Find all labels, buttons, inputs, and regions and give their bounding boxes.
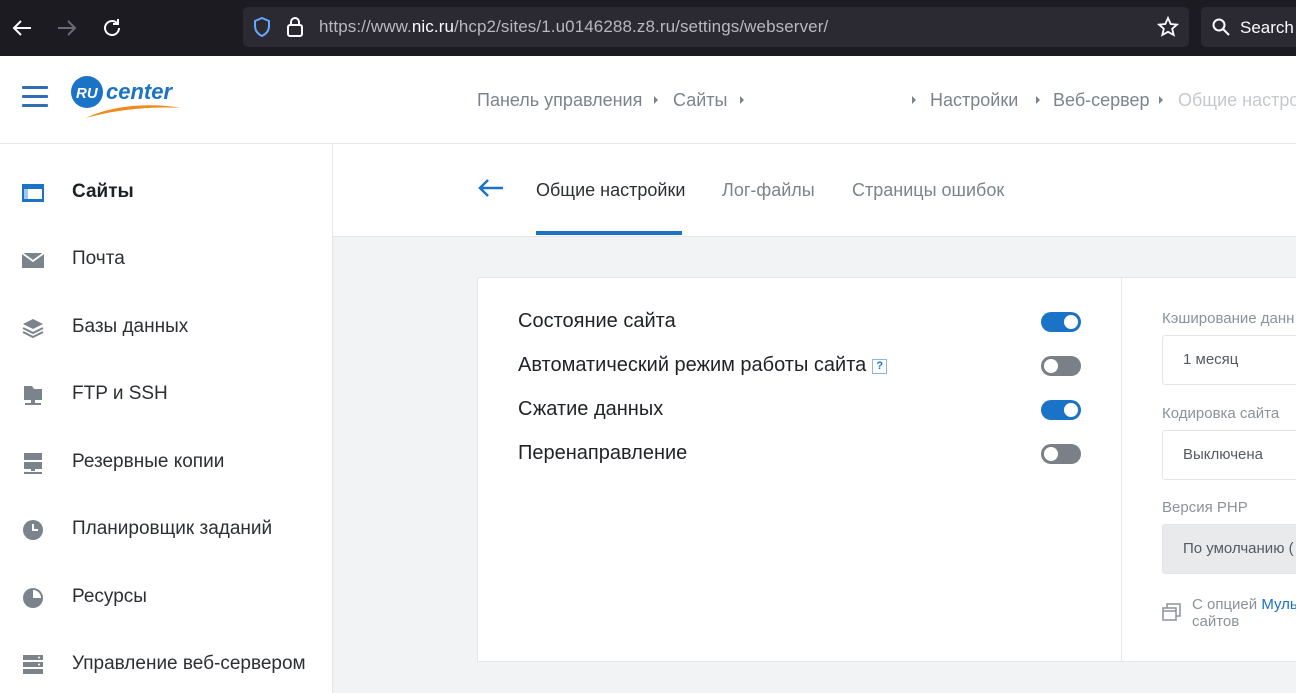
server-icon bbox=[23, 655, 43, 674]
breadcrumb-current: Общие настро bbox=[1178, 90, 1296, 110]
site-status-toggle[interactable] bbox=[1041, 312, 1081, 332]
ftp-icon bbox=[24, 386, 42, 405]
php-version-select: По умолчанию ( bbox=[1162, 524, 1296, 574]
caching-label: Кэширование данн bbox=[1162, 310, 1295, 327]
option-label-text: Автоматический режим работы сайта bbox=[518, 354, 867, 376]
sidebar-item-ftp[interactable]: FTP и SSH bbox=[0, 367, 332, 423]
option-label: Автоматический режим работы сайта? bbox=[518, 354, 888, 377]
bookmark-star-icon[interactable] bbox=[1157, 16, 1179, 38]
breadcrumb-separator bbox=[1036, 96, 1040, 104]
tab-error-pages[interactable]: Страницы ошибок bbox=[852, 180, 1004, 201]
back-arrow-icon[interactable] bbox=[477, 177, 505, 199]
site-header: RU center Панель управления Сайты Настро… bbox=[0, 56, 1296, 144]
option-auto-mode: Автоматический режим работы сайта? bbox=[518, 352, 1082, 382]
clock-icon bbox=[23, 520, 43, 540]
search-icon bbox=[1212, 18, 1230, 36]
menu-icon[interactable] bbox=[22, 86, 48, 108]
url-path: /hcp2/sites/1.u0146288.z8.ru/settings/we… bbox=[454, 17, 829, 36]
sidebar-item-label: Ресурсы bbox=[72, 586, 147, 607]
mail-icon bbox=[21, 252, 45, 268]
active-tab-indicator bbox=[536, 231, 682, 235]
sidebar-item-label: Базы данных bbox=[72, 316, 189, 337]
lock-icon[interactable] bbox=[286, 16, 304, 38]
sidebar-item-webserver[interactable]: Управление веб-сервером bbox=[0, 637, 332, 693]
sidebar-item-scheduler[interactable]: Планировщик заданий bbox=[0, 502, 332, 558]
logo-ru-text: RU bbox=[76, 85, 99, 102]
encoding-value: Выключена bbox=[1183, 446, 1263, 463]
breadcrumb-separator bbox=[912, 96, 916, 104]
breadcrumb-settings[interactable]: Настройки bbox=[930, 90, 1018, 111]
breadcrumb-webserver[interactable]: Веб-сервер bbox=[1053, 90, 1150, 111]
tab-general-settings[interactable]: Общие настройки bbox=[536, 180, 685, 201]
reload-icon[interactable] bbox=[96, 12, 128, 44]
url-prefix: https://www. bbox=[319, 17, 412, 36]
encoding-label: Кодировка сайта bbox=[1162, 405, 1280, 422]
sidebar-item-label: FTP и SSH bbox=[72, 383, 168, 404]
settings-card: Состояние сайта Автоматический режим раб… bbox=[477, 277, 1296, 662]
tab-log-files[interactable]: Лог-файлы bbox=[722, 180, 815, 201]
back-icon[interactable] bbox=[6, 12, 38, 44]
option-label: Перенаправление bbox=[518, 442, 688, 464]
note-prefix: С опцией bbox=[1192, 596, 1262, 613]
php-version-value: По умолчанию ( bbox=[1183, 540, 1294, 557]
help-icon[interactable]: ? bbox=[872, 359, 888, 374]
ru-center-logo[interactable]: RU center bbox=[70, 74, 182, 122]
logo-center-text: center bbox=[106, 79, 173, 104]
logo-swoosh bbox=[86, 105, 180, 118]
card-divider bbox=[1121, 278, 1122, 661]
sidebar-item-label: Почта bbox=[72, 248, 125, 269]
note-suffix: сайтов bbox=[1192, 613, 1240, 630]
sidebar-item-databases[interactable]: Базы данных bbox=[0, 300, 332, 356]
auto-mode-toggle[interactable] bbox=[1041, 356, 1081, 376]
browser-toolbar: https://www.nic.ru/hcp2/sites/1.u0146288… bbox=[0, 0, 1296, 56]
option-compression: Сжатие данных bbox=[518, 396, 1082, 426]
sidebar-item-label: Управление веб-сервером bbox=[72, 653, 306, 674]
caching-select[interactable]: 1 месяц bbox=[1162, 335, 1296, 385]
sidebar-item-label: Резервные копии bbox=[72, 451, 225, 472]
php-version-label: Версия PHP bbox=[1162, 499, 1248, 516]
resources-icon bbox=[23, 588, 43, 608]
shield-icon[interactable] bbox=[252, 17, 272, 37]
encoding-select[interactable]: Выключена bbox=[1162, 430, 1296, 480]
multisite-icon bbox=[1162, 603, 1181, 621]
sites-icon bbox=[22, 184, 44, 202]
redirect-toggle[interactable] bbox=[1041, 444, 1081, 464]
sidebar-item-label: Планировщик заданий bbox=[72, 518, 273, 539]
compression-toggle[interactable] bbox=[1041, 400, 1081, 420]
sidebar-item-sites[interactable]: Сайты bbox=[0, 165, 332, 221]
breadcrumb-dashboard[interactable]: Панель управления bbox=[477, 90, 642, 111]
databases-icon bbox=[22, 319, 44, 339]
forward-icon[interactable] bbox=[51, 12, 83, 44]
search-label: Search bbox=[1240, 18, 1294, 37]
backup-icon bbox=[24, 453, 42, 474]
breadcrumb-separator bbox=[654, 96, 658, 104]
sidebar: Сайты Почта Базы данных FTP и SSH Резерв… bbox=[0, 144, 333, 693]
option-label: Состояние сайта bbox=[518, 310, 676, 332]
search-box[interactable]: Search bbox=[1201, 7, 1296, 47]
option-site-status: Состояние сайта bbox=[518, 308, 1082, 338]
sidebar-item-label: Сайты bbox=[72, 181, 134, 202]
breadcrumb-separator bbox=[1159, 96, 1163, 104]
option-redirect: Перенаправление bbox=[518, 440, 1082, 470]
option-label: Сжатие данных bbox=[518, 398, 664, 420]
sidebar-item-resources[interactable]: Ресурсы bbox=[0, 570, 332, 626]
url-text[interactable]: https://www.nic.ru/hcp2/sites/1.u0146288… bbox=[319, 17, 828, 37]
caching-value: 1 месяц bbox=[1183, 351, 1239, 368]
main-content: Общие настройки Лог-файлы Страницы ошибо… bbox=[333, 144, 1296, 693]
address-bar[interactable]: https://www.nic.ru/hcp2/sites/1.u0146288… bbox=[243, 7, 1189, 47]
multisite-note: С опцией Муль сайтов bbox=[1192, 596, 1296, 630]
tabs-bar: Общие настройки Лог-файлы Страницы ошибо… bbox=[333, 144, 1296, 237]
sidebar-item-backups[interactable]: Резервные копии bbox=[0, 435, 332, 491]
breadcrumb-sites[interactable]: Сайты bbox=[673, 90, 727, 111]
sidebar-item-mail[interactable]: Почта bbox=[0, 232, 332, 288]
breadcrumb-separator bbox=[740, 96, 744, 104]
multisite-link[interactable]: Муль bbox=[1261, 596, 1296, 613]
url-domain: nic.ru bbox=[411, 17, 455, 36]
